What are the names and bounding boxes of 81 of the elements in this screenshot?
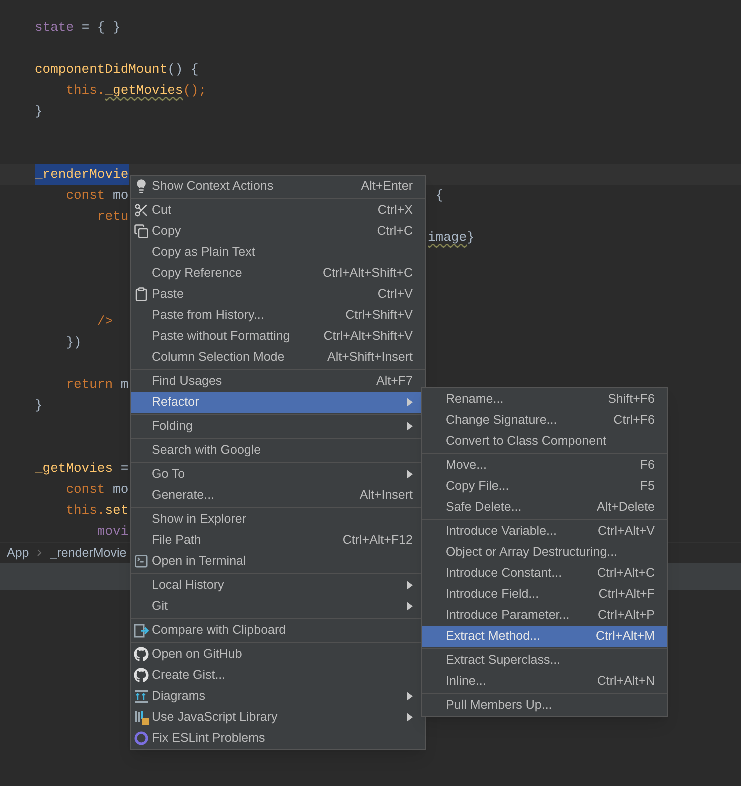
code-text: return <box>65 376 114 394</box>
code-text: this. <box>65 82 106 100</box>
code-text: { <box>434 187 444 205</box>
menu-item[interactable]: Copy File... F5 <box>422 476 667 497</box>
code-text: _getMovies <box>35 460 114 478</box>
breadcrumb[interactable]: App <box>7 544 30 562</box>
code-text: state <box>35 19 74 37</box>
menu-item[interactable]: Extract Method... Ctrl+Alt+M <box>422 626 667 647</box>
menu-item[interactable]: Inline... Ctrl+Alt+N <box>422 671 667 692</box>
code-text: mo <box>113 481 129 499</box>
menu-item[interactable]: Create Gist... <box>131 665 425 686</box>
code-text: const <box>65 481 106 499</box>
menu-item[interactable]: Paste from History... Ctrl+Shift+V <box>131 305 425 326</box>
menu-item[interactable]: Introduce Variable... Ctrl+Alt+V <box>422 521 667 542</box>
menu-item[interactable]: Move... F6 <box>422 455 667 476</box>
code-text: } <box>35 397 43 415</box>
menu-item[interactable]: Generate... Alt+Insert <box>131 485 425 506</box>
code-text: movi <box>96 523 129 541</box>
code-text: set <box>105 502 129 520</box>
menu-item[interactable]: Introduce Constant... Ctrl+Alt+C <box>422 563 667 584</box>
copy-icon <box>134 224 149 239</box>
lightbulb-icon <box>134 179 149 194</box>
code-text: } <box>35 103 43 121</box>
menu-item[interactable]: Object or Array Destructuring... <box>422 542 667 563</box>
code-text: this. <box>65 502 106 520</box>
code-text: componentDidMount <box>35 61 168 79</box>
code-text: = { } <box>80 19 121 37</box>
menu-item[interactable]: Find Usages Alt+F7 <box>131 371 425 392</box>
menu-item[interactable]: Convert to Class Component <box>422 431 667 452</box>
menu-item[interactable]: Go To <box>131 464 425 485</box>
code-text: _getMovies <box>105 82 184 100</box>
menu-item[interactable]: Column Selection Mode Alt+Shift+Insert <box>131 347 425 368</box>
code-text: } <box>467 229 475 247</box>
menu-item[interactable]: Use JavaScript Library <box>131 707 425 728</box>
chevron-icon <box>37 549 42 557</box>
scissors-icon <box>134 203 149 218</box>
menu-item[interactable]: Open in Terminal <box>131 551 425 572</box>
menu-item[interactable]: Introduce Parameter... Ctrl+Alt+P <box>422 605 667 626</box>
github-icon <box>134 668 149 683</box>
menu-item[interactable]: Pull Members Up... <box>422 695 667 716</box>
code-text: = <box>120 460 129 478</box>
menu-item[interactable]: Copy as Plain Text <box>131 242 425 263</box>
menu-item[interactable]: Show Context Actions Alt+Enter <box>131 176 425 197</box>
menu-item[interactable]: Local History <box>131 575 425 596</box>
menu-item[interactable]: Folding <box>131 416 425 437</box>
menu-item[interactable]: Copy Ctrl+C <box>131 221 425 242</box>
code-text: (); <box>183 82 207 100</box>
code-text: image <box>428 229 468 247</box>
menu-item[interactable]: Compare with Clipboard <box>131 620 425 641</box>
menu-item[interactable]: Copy Reference Ctrl+Alt+Shift+C <box>131 263 425 284</box>
menu-item[interactable]: Introduce Field... Ctrl+Alt+F <box>422 584 667 605</box>
github-icon <box>134 647 149 662</box>
menu-item[interactable]: Rename... Shift+F6 <box>422 389 667 410</box>
menu-item[interactable]: Cut Ctrl+X <box>131 200 425 221</box>
menu-item[interactable]: Paste without Formatting Ctrl+Alt+Shift+V <box>131 326 425 347</box>
menu-item[interactable]: Git <box>131 596 425 617</box>
menu-item[interactable]: Extract Superclass... <box>422 650 667 671</box>
menu-item[interactable]: Open on GitHub <box>131 644 425 665</box>
code-text: /> <box>96 313 114 331</box>
menu-item[interactable]: File Path Ctrl+Alt+F12 <box>131 530 425 551</box>
menu-item[interactable]: Safe Delete... Alt+Delete <box>422 497 667 518</box>
menu-item[interactable]: Fix ESLint Problems <box>131 728 425 749</box>
clipboard-icon <box>134 287 149 302</box>
menu-item[interactable]: Show in Explorer <box>131 509 425 530</box>
menu-item[interactable]: Search with Google <box>131 440 425 461</box>
code-text: retu <box>96 208 129 226</box>
library-icon <box>134 710 149 725</box>
code-text: mo <box>113 187 129 205</box>
compare-icon <box>134 623 149 638</box>
diagram-icon <box>134 689 149 704</box>
menu-item[interactable]: Change Signature... Ctrl+F6 <box>422 410 667 431</box>
menu-item[interactable]: Diagrams <box>131 686 425 707</box>
breadcrumb[interactable]: _renderMovie <box>50 544 127 562</box>
code-text: }) <box>65 334 82 352</box>
terminal-icon <box>134 554 149 569</box>
code-text: const <box>65 187 106 205</box>
code-text: () { <box>168 61 199 79</box>
menu-item[interactable]: Paste Ctrl+V <box>131 284 425 305</box>
code-text: _renderMovie <box>35 164 129 185</box>
code-text: m <box>120 376 129 394</box>
ring-icon <box>134 731 149 746</box>
